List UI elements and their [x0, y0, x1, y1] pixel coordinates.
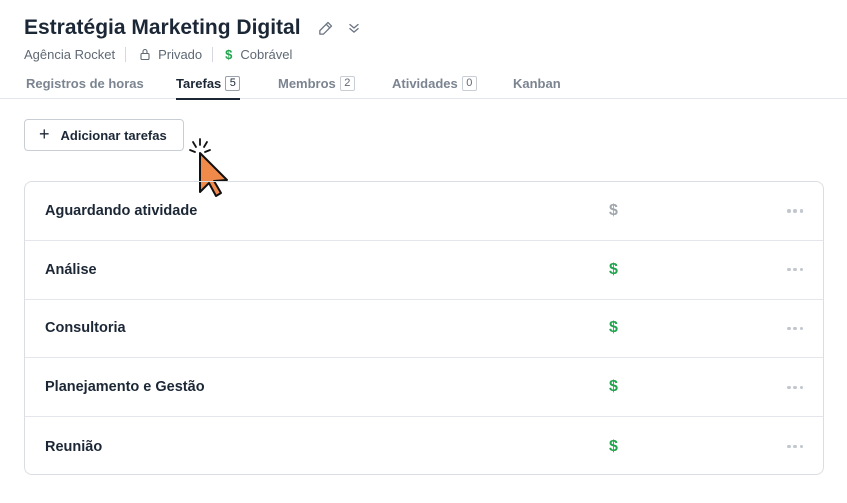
tab-count-badge: 2	[339, 76, 355, 91]
project-meta: Agência Rocket Privado $ Cobrável	[24, 45, 847, 63]
divider	[125, 46, 127, 62]
lock-icon	[138, 47, 152, 61]
privacy-status: Privado	[138, 47, 202, 62]
dollar-icon: $	[225, 46, 233, 62]
billing-label: Cobrável	[240, 46, 293, 62]
tab-membros[interactable]: Membros 2	[278, 76, 355, 99]
privacy-label: Privado	[158, 46, 203, 62]
more-horizontal-icon[interactable]	[787, 209, 803, 213]
billing-status: $ Cobrável	[225, 47, 292, 62]
task-name: Análise	[45, 261, 97, 278]
task-row[interactable]: Planejamento e Gestão $	[25, 358, 823, 418]
dollar-icon[interactable]: $	[609, 261, 618, 279]
task-name: Planejamento e Gestão	[45, 379, 205, 396]
add-tasks-label: Adicionar tarefas	[60, 127, 167, 143]
more-horizontal-icon[interactable]	[787, 326, 803, 331]
divider	[212, 46, 214, 62]
tab-label: Tarefas	[176, 76, 222, 91]
tab-label: Membros	[278, 76, 336, 91]
more-horizontal-icon[interactable]	[787, 267, 803, 272]
tab-count-badge: 5	[225, 76, 241, 91]
task-row[interactable]: Aguardando atividade $	[25, 182, 823, 241]
dollar-icon[interactable]: $	[609, 378, 618, 396]
double-chevron-down-icon[interactable]	[343, 17, 365, 39]
task-list: Aguardando atividade $ Análise $ Consult…	[24, 181, 824, 475]
task-row[interactable]: Consultoria $	[25, 300, 823, 359]
tab-tarefas[interactable]: Tarefas 5	[176, 76, 241, 100]
add-tasks-button[interactable]: + Adicionar tarefas	[24, 119, 184, 151]
project-tabs: Registros de horas Tarefas 5 Membros 2 A…	[0, 66, 847, 100]
tab-kanban[interactable]: Kanban	[513, 76, 561, 99]
dollar-icon[interactable]: $	[609, 319, 618, 337]
dollar-icon[interactable]: $	[609, 202, 618, 220]
client-name: Agência Rocket	[24, 46, 116, 62]
more-horizontal-icon[interactable]	[787, 385, 803, 390]
tab-label: Registros de horas	[26, 76, 144, 91]
tab-registros-de-horas[interactable]: Registros de horas	[26, 76, 144, 99]
task-row[interactable]: Reunião $	[25, 417, 823, 474]
task-name: Consultoria	[45, 320, 126, 337]
tab-label: Kanban	[513, 76, 561, 91]
tab-atividades[interactable]: Atividades 0	[392, 76, 477, 99]
task-name: Reunião	[45, 438, 103, 455]
more-horizontal-icon[interactable]	[787, 444, 803, 449]
task-row[interactable]: Análise $	[25, 241, 823, 300]
task-name: Aguardando atividade	[45, 202, 198, 219]
tab-label: Atividades	[392, 76, 458, 91]
tab-count-badge: 0	[461, 76, 477, 91]
dollar-icon[interactable]: $	[609, 438, 618, 456]
pencil-icon[interactable]	[315, 17, 337, 39]
project-header: Estratégia Marketing Digital Agência Roc…	[24, 14, 847, 63]
page-title: Estratégia Marketing Digital	[24, 16, 301, 39]
plus-icon: +	[39, 124, 50, 144]
